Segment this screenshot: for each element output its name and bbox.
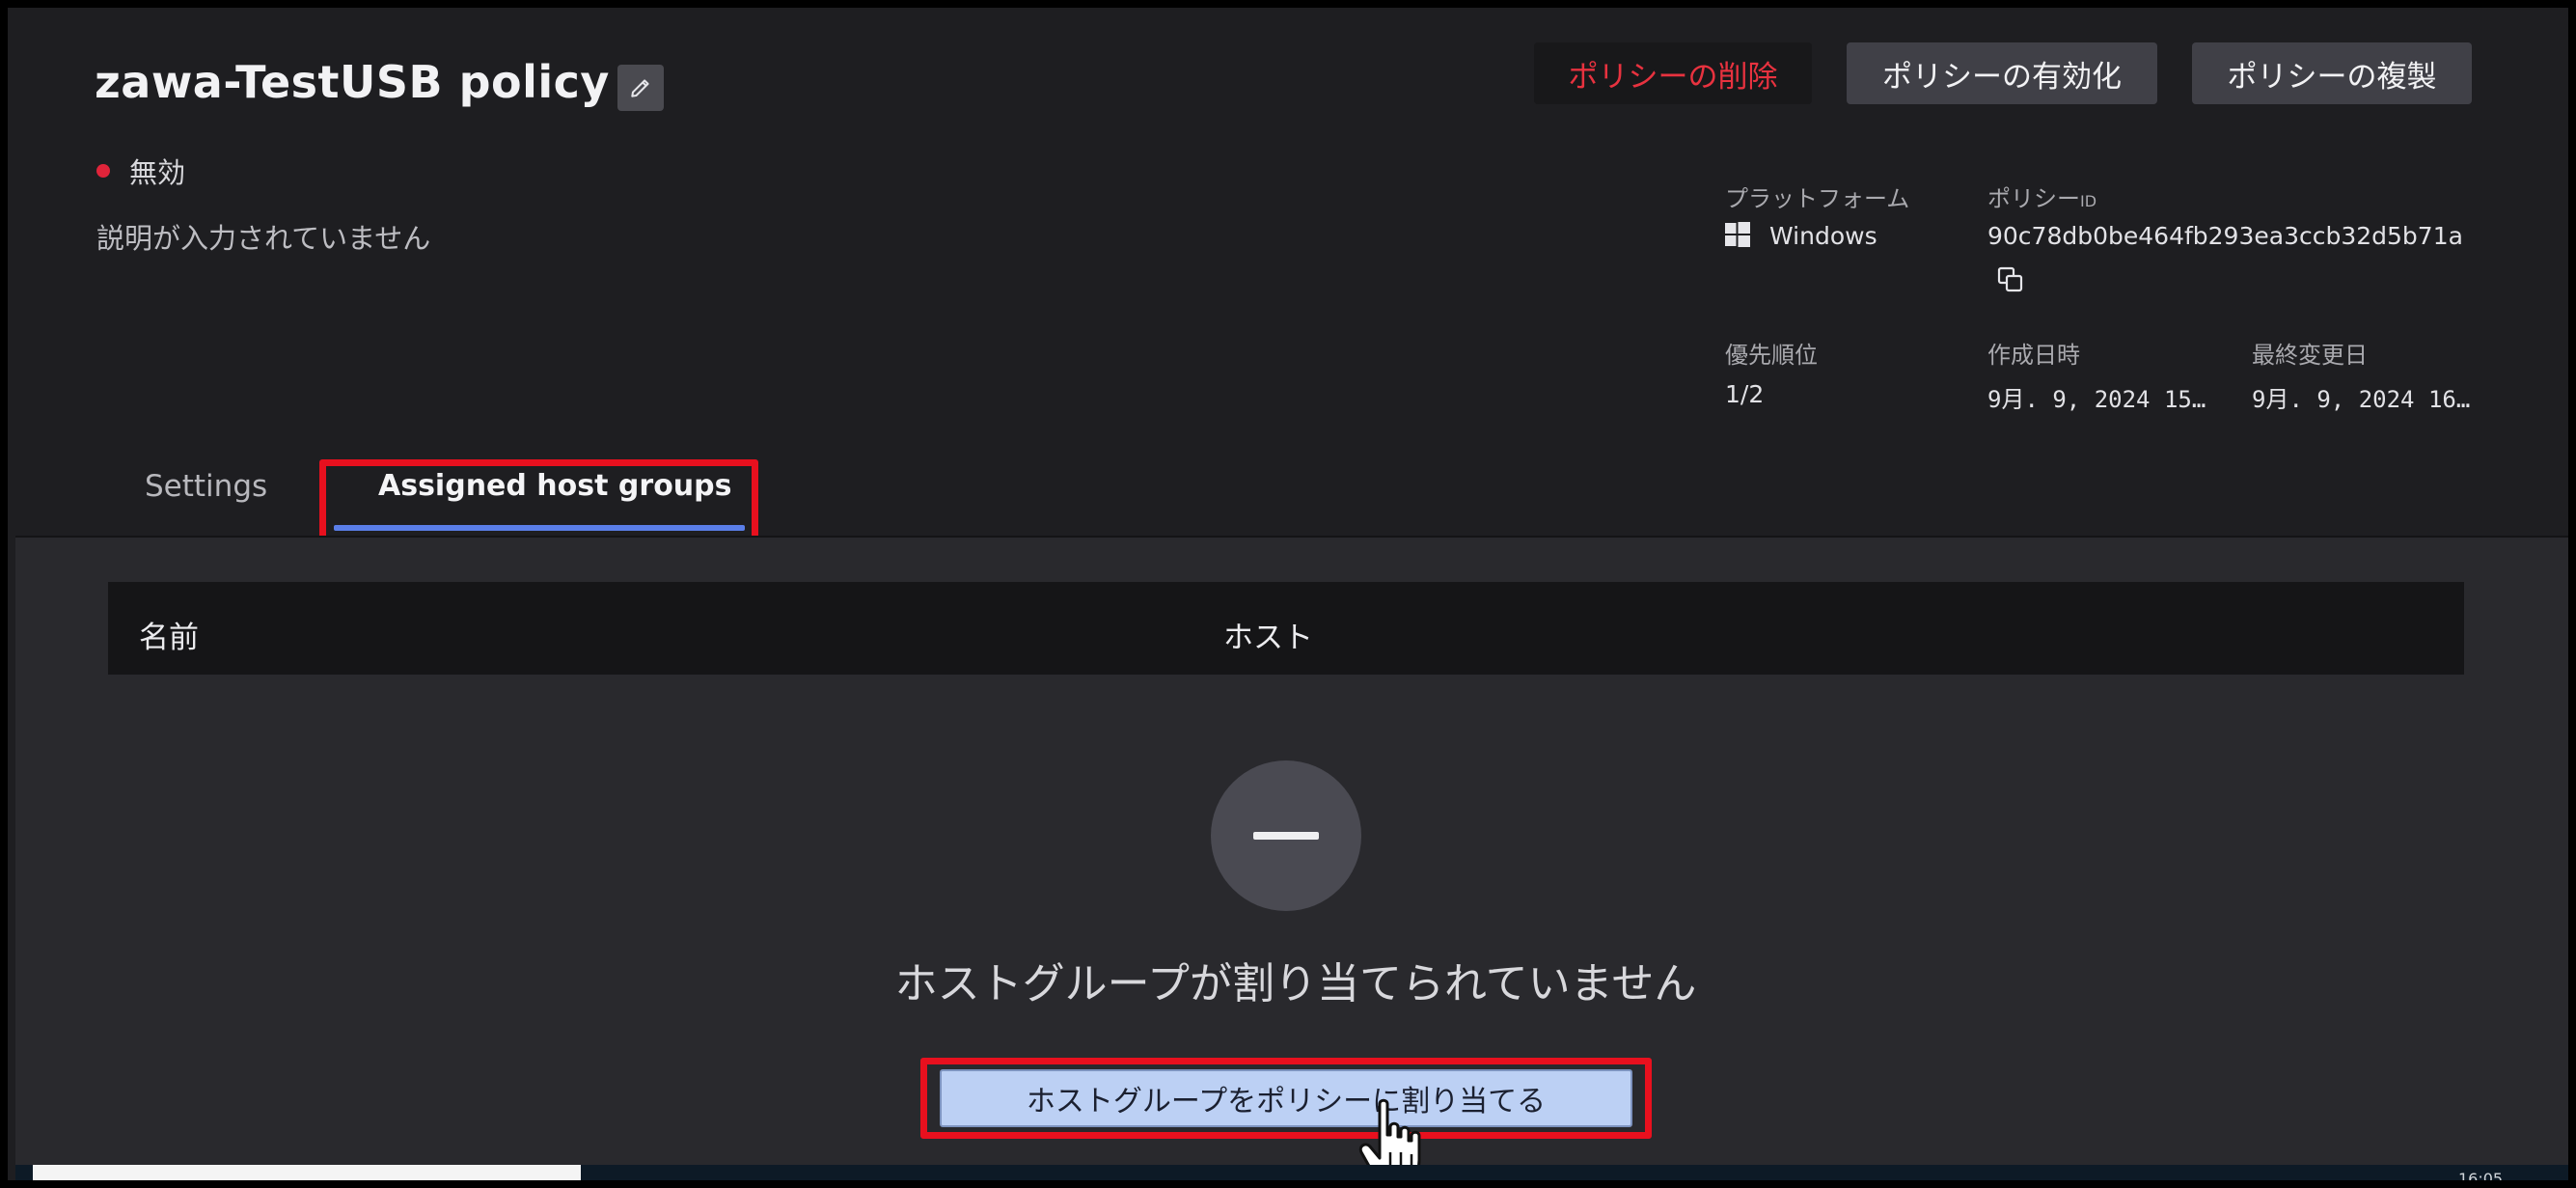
- status-label: 無効: [129, 156, 186, 189]
- priority-label: 優先順位: [1725, 342, 1818, 369]
- delete-policy-button[interactable]: ポリシーの削除: [1534, 42, 1812, 104]
- enable-policy-button[interactable]: ポリシーの有効化: [1847, 42, 2157, 104]
- app-window: zawa-TestUSB policy 無効 説明が入力されていません ポリシー…: [0, 0, 2576, 1188]
- created-value: 9月. 9, 2024 15…: [1987, 386, 2206, 413]
- table-header-row: 名前 ホスト: [108, 582, 2464, 675]
- priority-value: 1/2: [1725, 380, 1765, 408]
- platform-value: Windows: [1769, 222, 1877, 250]
- copy-icon[interactable]: [1995, 264, 2026, 295]
- pencil-icon: [631, 79, 649, 97]
- policy-id-label-suffix: ID: [2080, 192, 2097, 210]
- taskbar-clock: 16:05: [2458, 1170, 2504, 1188]
- modified-label: 最終変更日: [2252, 342, 2368, 369]
- edit-title-button[interactable]: [617, 65, 664, 111]
- platform-label: プラットフォーム: [1725, 185, 1910, 212]
- annotation-highlight-tab: [319, 459, 758, 542]
- policy-id-label-text: ポリシー: [1987, 185, 2080, 212]
- column-header-hosts[interactable]: ホスト: [1223, 613, 1313, 656]
- policy-description: 説明が入力されていません: [96, 222, 431, 255]
- created-label: 作成日時: [1987, 342, 2080, 369]
- tab-settings[interactable]: Settings: [145, 469, 267, 504]
- column-header-name[interactable]: 名前: [139, 613, 199, 656]
- status-dot-icon: [96, 164, 110, 178]
- policy-id-value: 90c78db0be464fb293ea3ccb32d5b71a: [1987, 222, 2463, 250]
- windows-icon: [1725, 222, 1750, 247]
- empty-state-message: ホストグループが割り当てられていません: [894, 959, 1697, 1008]
- policy-status: 無効: [96, 151, 185, 191]
- taskbar-search-box[interactable]: [33, 1165, 581, 1180]
- minus-circle-icon: [1211, 760, 1361, 911]
- minus-bar: [1253, 832, 1319, 840]
- duplicate-policy-button[interactable]: ポリシーの複製: [2192, 42, 2472, 104]
- modified-value: 9月. 9, 2024 16…: [2252, 386, 2471, 413]
- policy-id-label: ポリシーID: [1987, 180, 2096, 213]
- policy-title: zawa-TestUSB policy: [95, 56, 610, 108]
- annotation-highlight-button: [920, 1058, 1652, 1139]
